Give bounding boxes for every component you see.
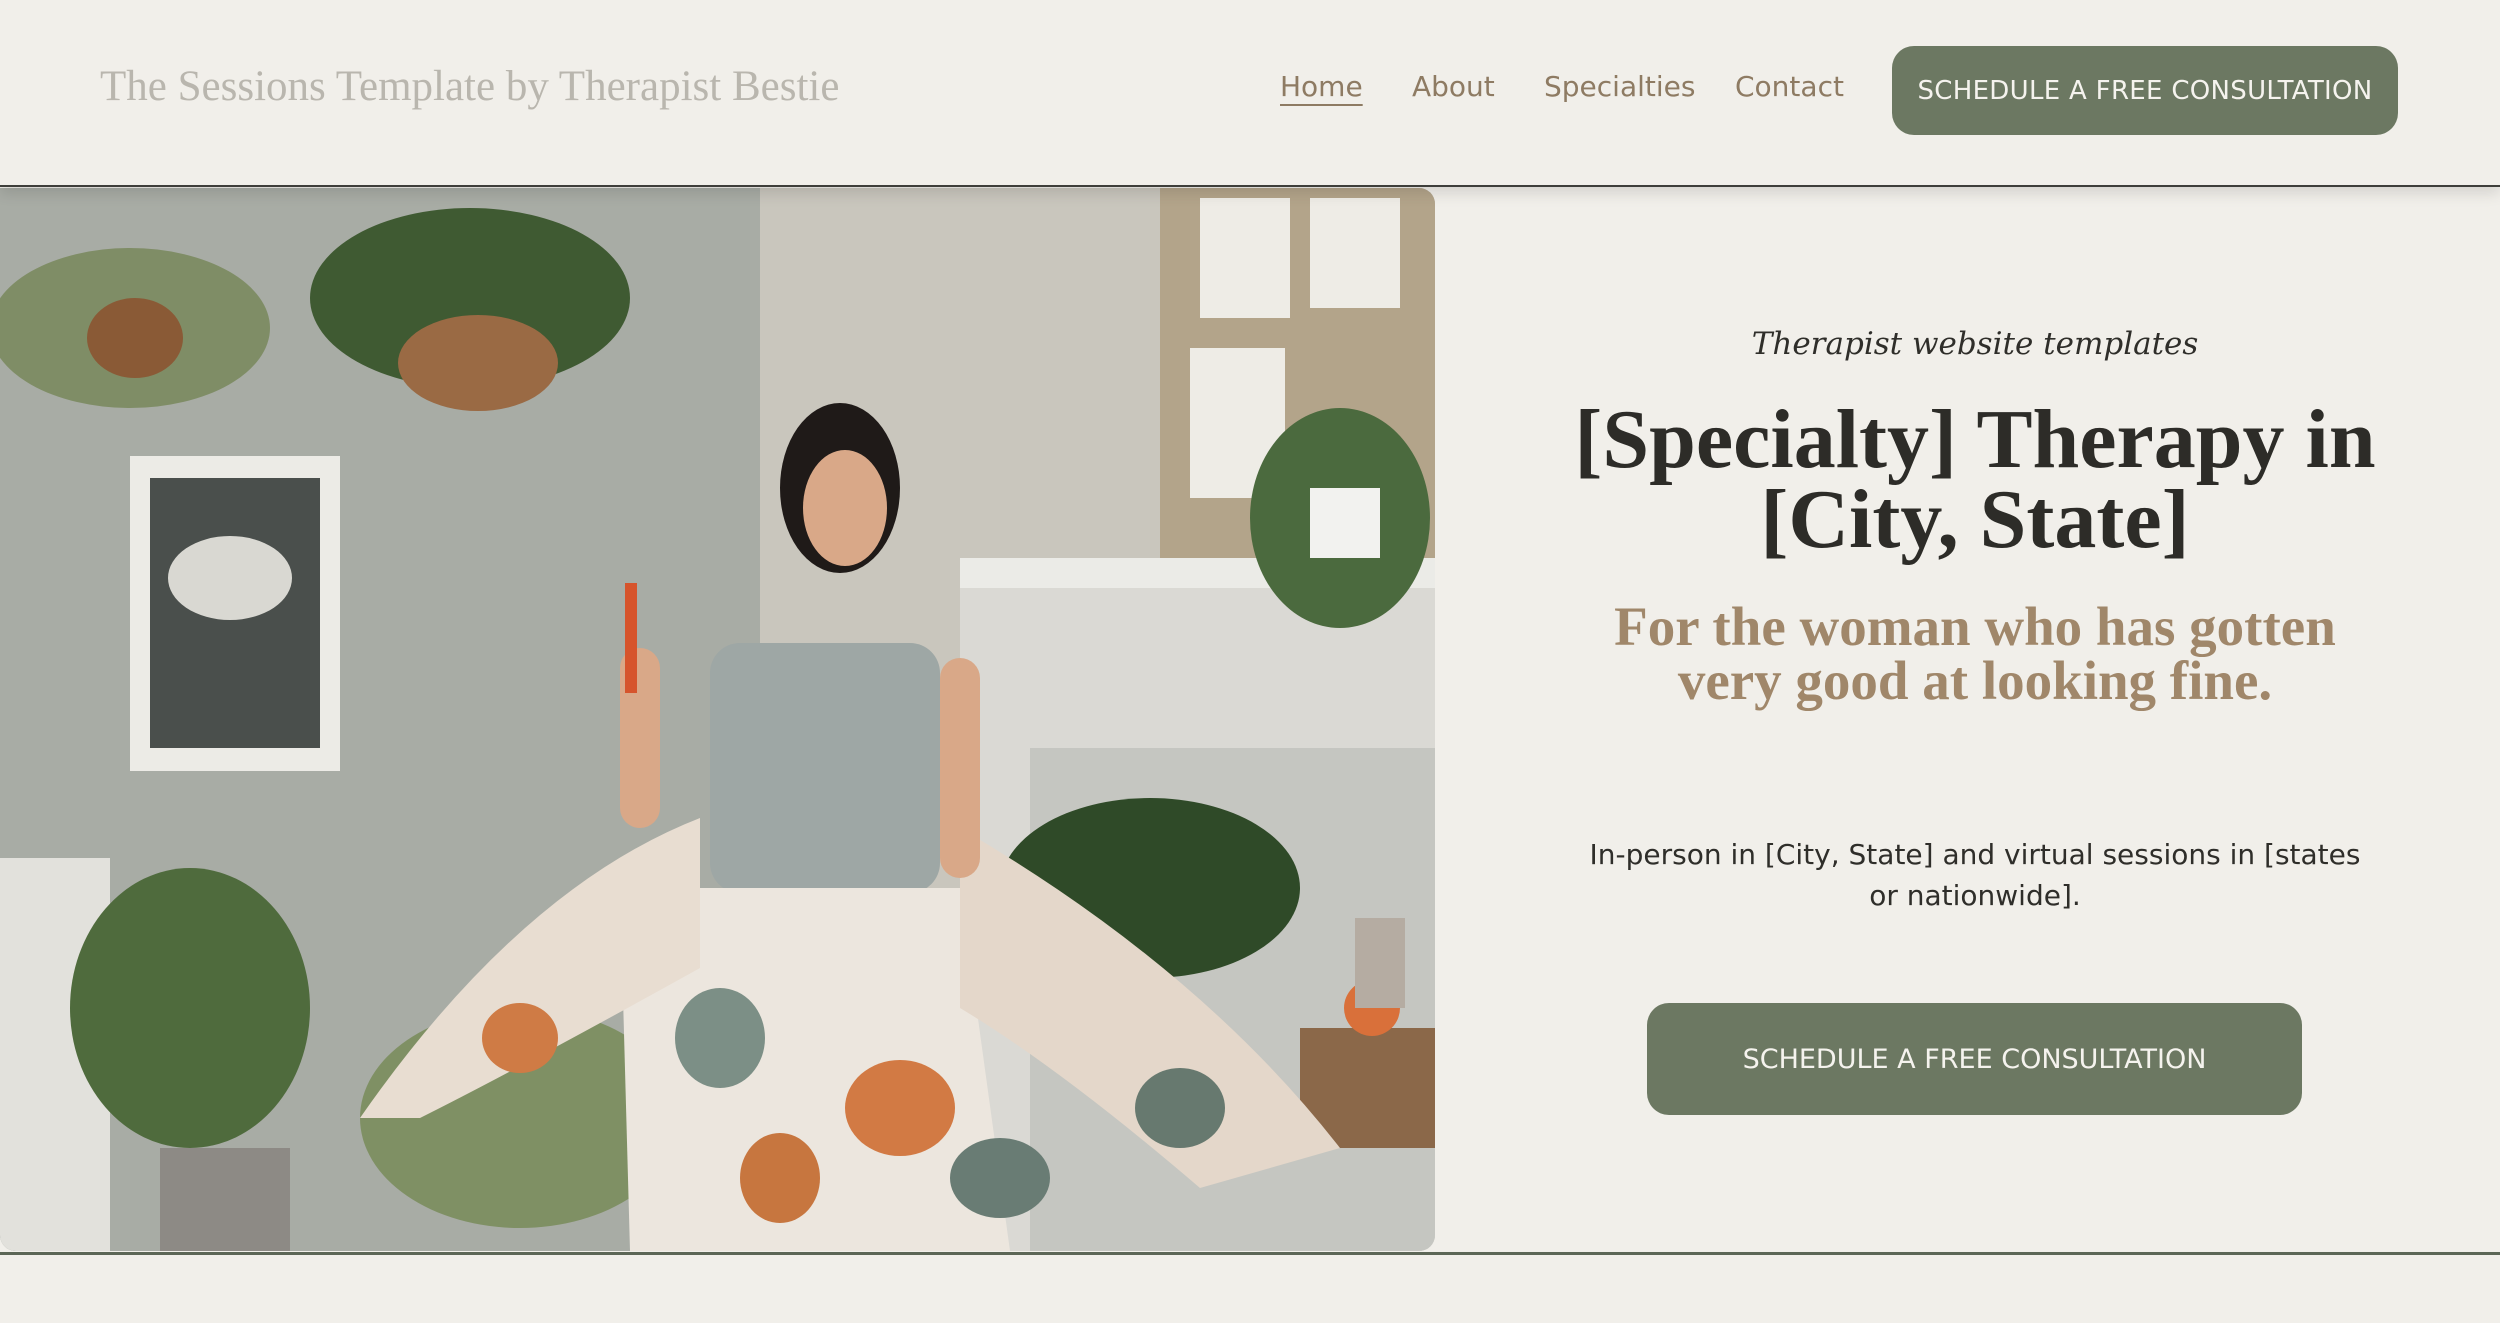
nav-specialties[interactable]: Specialties: [1544, 70, 1695, 103]
nav-home[interactable]: Home: [1280, 70, 1363, 103]
hero-schedule-button[interactable]: SCHEDULE A FREE CONSULTATION: [1647, 1003, 2302, 1115]
photo-woman-dancing-icon: [0, 188, 1435, 1251]
hero-photo: [0, 188, 1435, 1251]
site-header: The Sessions Template by Therapist Besti…: [0, 0, 2500, 187]
subheadline: For the woman who has gotten very good a…: [1614, 596, 2336, 711]
nav-about[interactable]: About: [1412, 70, 1495, 103]
site-title[interactable]: The Sessions Template by Therapist Besti…: [100, 62, 839, 111]
header-schedule-button[interactable]: SCHEDULE A FREE CONSULTATION: [1892, 46, 2398, 135]
eyebrow-text: Therapist website templates: [1751, 326, 2199, 362]
section-divider: [0, 1252, 2500, 1255]
nav-contact[interactable]: Contact: [1735, 70, 1844, 103]
session-info-text: In-person in [City, State] and virtual s…: [1589, 838, 2361, 912]
page-title: [Specialty] Therapy in [City, State]: [1574, 393, 2376, 566]
